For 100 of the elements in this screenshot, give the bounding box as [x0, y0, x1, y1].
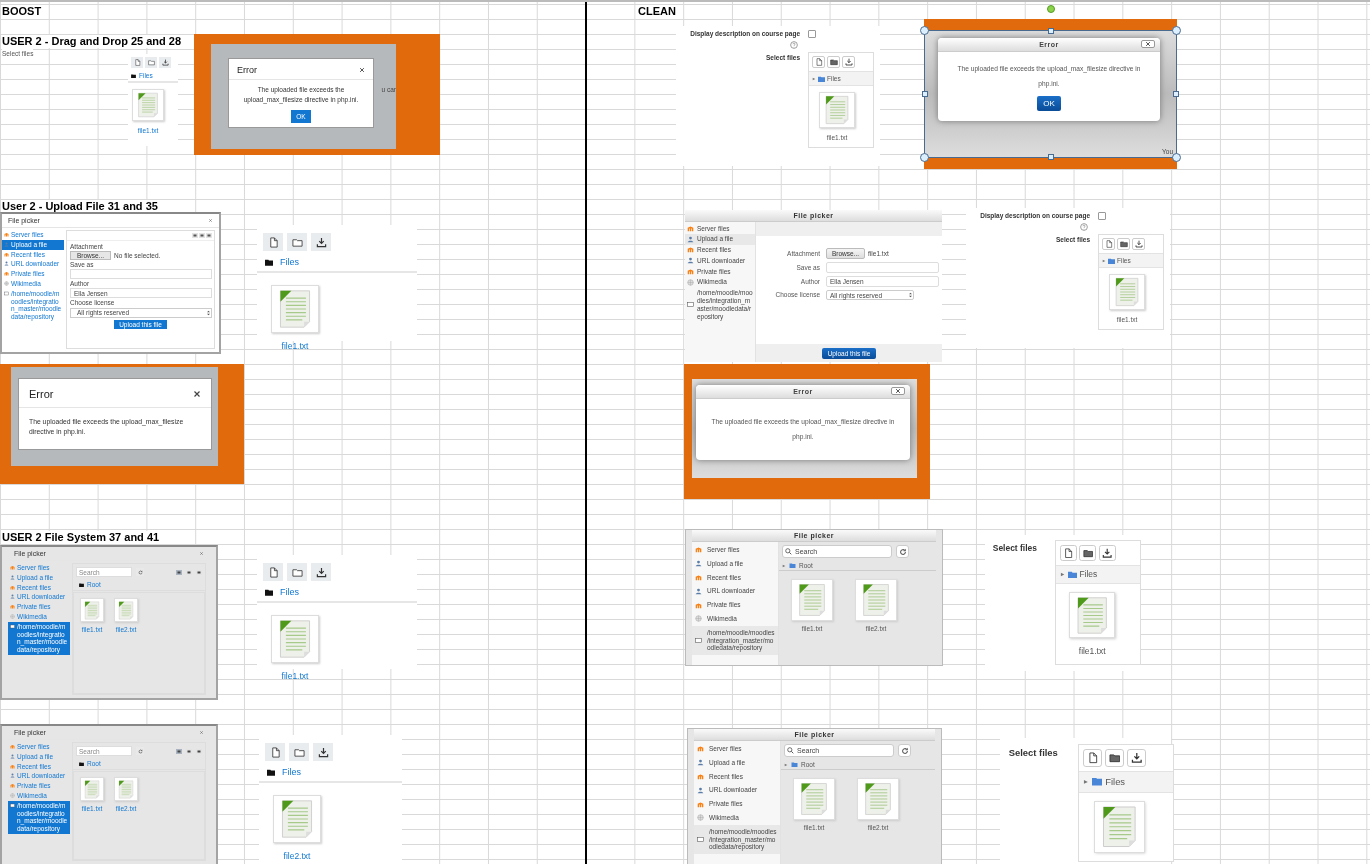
folder-link[interactable]: Files — [1079, 569, 1098, 580]
download-icon — [1130, 752, 1143, 764]
download-icon — [315, 566, 327, 578]
file-thumbnail[interactable] — [273, 795, 321, 843]
create-folder-button[interactable] — [1105, 749, 1125, 767]
add-file-button[interactable] — [1083, 749, 1103, 767]
view-button[interactable] — [199, 233, 205, 238]
view-button[interactable] — [206, 233, 212, 238]
view-button[interactable] — [176, 569, 182, 575]
close-button[interactable] — [891, 387, 905, 395]
view-button[interactable] — [192, 233, 198, 238]
file-name[interactable]: file1.txt — [281, 671, 309, 681]
file-thumbnail[interactable] — [793, 778, 835, 820]
file-thumbnail[interactable] — [271, 615, 319, 663]
create-folder-button[interactable] — [287, 233, 307, 251]
folder-link[interactable]: Files — [280, 257, 299, 267]
close-button[interactable] — [359, 67, 365, 73]
help-icon[interactable] — [790, 41, 798, 49]
add-file-button[interactable] — [1059, 545, 1077, 561]
view-button[interactable] — [186, 748, 192, 754]
add-file-button[interactable] — [812, 56, 825, 68]
person-icon — [10, 773, 15, 779]
download-button[interactable] — [1126, 749, 1146, 767]
caret-icon — [207, 309, 210, 316]
refresh-icon — [900, 746, 909, 755]
create-folder-button[interactable] — [289, 743, 309, 761]
dialog-title: Error — [237, 65, 257, 75]
file-thumbnail[interactable] — [1109, 274, 1145, 310]
resize-handle[interactable] — [1047, 154, 1054, 160]
folder-link[interactable]: Files — [280, 587, 299, 597]
create-folder-button[interactable] — [287, 563, 307, 581]
refresh-icon — [898, 547, 907, 556]
file-thumbnail[interactable] — [80, 777, 104, 801]
checkbox[interactable] — [1098, 212, 1106, 220]
resize-handle[interactable] — [922, 91, 928, 97]
refresh-button[interactable] — [898, 744, 911, 757]
resize-handle[interactable] — [1047, 28, 1054, 34]
resize-handle[interactable] — [920, 153, 929, 162]
help-icon[interactable] — [1080, 223, 1088, 231]
refresh-icon — [137, 748, 143, 754]
rotate-handle[interactable] — [1046, 5, 1055, 13]
download-button[interactable] — [313, 743, 333, 761]
download-button[interactable] — [311, 563, 331, 581]
add-file-button[interactable] — [263, 563, 283, 581]
file-thumbnail[interactable] — [80, 598, 104, 622]
ok-button[interactable]: OK — [1037, 96, 1061, 111]
refresh-button[interactable] — [136, 747, 144, 755]
person-icon — [10, 574, 15, 580]
drive-icon — [10, 802, 15, 808]
folder-link[interactable]: Files — [282, 767, 301, 777]
file-thumbnail[interactable] — [1069, 592, 1116, 639]
text-file-icon — [823, 95, 851, 125]
save-as-field[interactable] — [70, 269, 212, 280]
resize-handle[interactable] — [1173, 91, 1179, 97]
folder-icon — [789, 563, 796, 568]
close-button[interactable] — [193, 390, 201, 398]
drive-icon — [695, 636, 702, 644]
download-icon — [315, 236, 327, 248]
file-thumbnail[interactable] — [791, 579, 833, 621]
folder-link[interactable]: Files — [1105, 776, 1126, 788]
download-button[interactable] — [1098, 545, 1116, 561]
add-file-button[interactable] — [263, 233, 283, 251]
add-file-button[interactable] — [131, 57, 143, 68]
resize-handle[interactable] — [1172, 26, 1181, 35]
view-button[interactable] — [196, 748, 202, 754]
folder-icon — [293, 746, 305, 758]
folder-icon — [291, 236, 303, 248]
text-file-icon — [862, 782, 894, 816]
download-button[interactable] — [311, 233, 331, 251]
file-thumbnail[interactable] — [1093, 801, 1145, 853]
file-name[interactable]: file1.txt — [281, 341, 309, 351]
file-thumbnail[interactable] — [114, 777, 138, 801]
file-thumbnail[interactable] — [132, 89, 164, 121]
refresh-button[interactable] — [896, 545, 909, 558]
save-as-field[interactable] — [826, 262, 939, 273]
create-folder-button[interactable] — [1079, 545, 1097, 561]
add-file-button[interactable] — [265, 743, 285, 761]
view-button[interactable] — [196, 569, 202, 575]
file-name[interactable]: file2.txt — [283, 851, 311, 861]
create-folder-button[interactable] — [1117, 238, 1130, 250]
view-button[interactable] — [186, 569, 192, 575]
resize-handle[interactable] — [1172, 153, 1181, 162]
view-icon — [197, 570, 201, 574]
close-icon — [895, 388, 901, 394]
resize-handle[interactable] — [920, 26, 929, 35]
create-folder-button[interactable] — [827, 56, 840, 68]
globe-icon — [697, 814, 704, 822]
checkbox[interactable] — [808, 30, 816, 38]
refresh-button[interactable] — [136, 568, 144, 576]
add-file-button[interactable] — [1102, 238, 1115, 250]
file-thumbnail[interactable] — [271, 285, 319, 333]
close-button[interactable] — [1141, 40, 1155, 48]
file-thumbnail[interactable] — [855, 579, 897, 621]
file-thumbnail[interactable] — [857, 778, 899, 820]
view-button[interactable] — [176, 748, 182, 754]
person-icon — [695, 560, 702, 568]
file-name[interactable]: file1.txt — [1078, 646, 1106, 657]
download-icon — [1134, 240, 1143, 248]
file-thumbnail[interactable] — [819, 92, 855, 128]
file-thumbnail[interactable] — [114, 598, 138, 622]
